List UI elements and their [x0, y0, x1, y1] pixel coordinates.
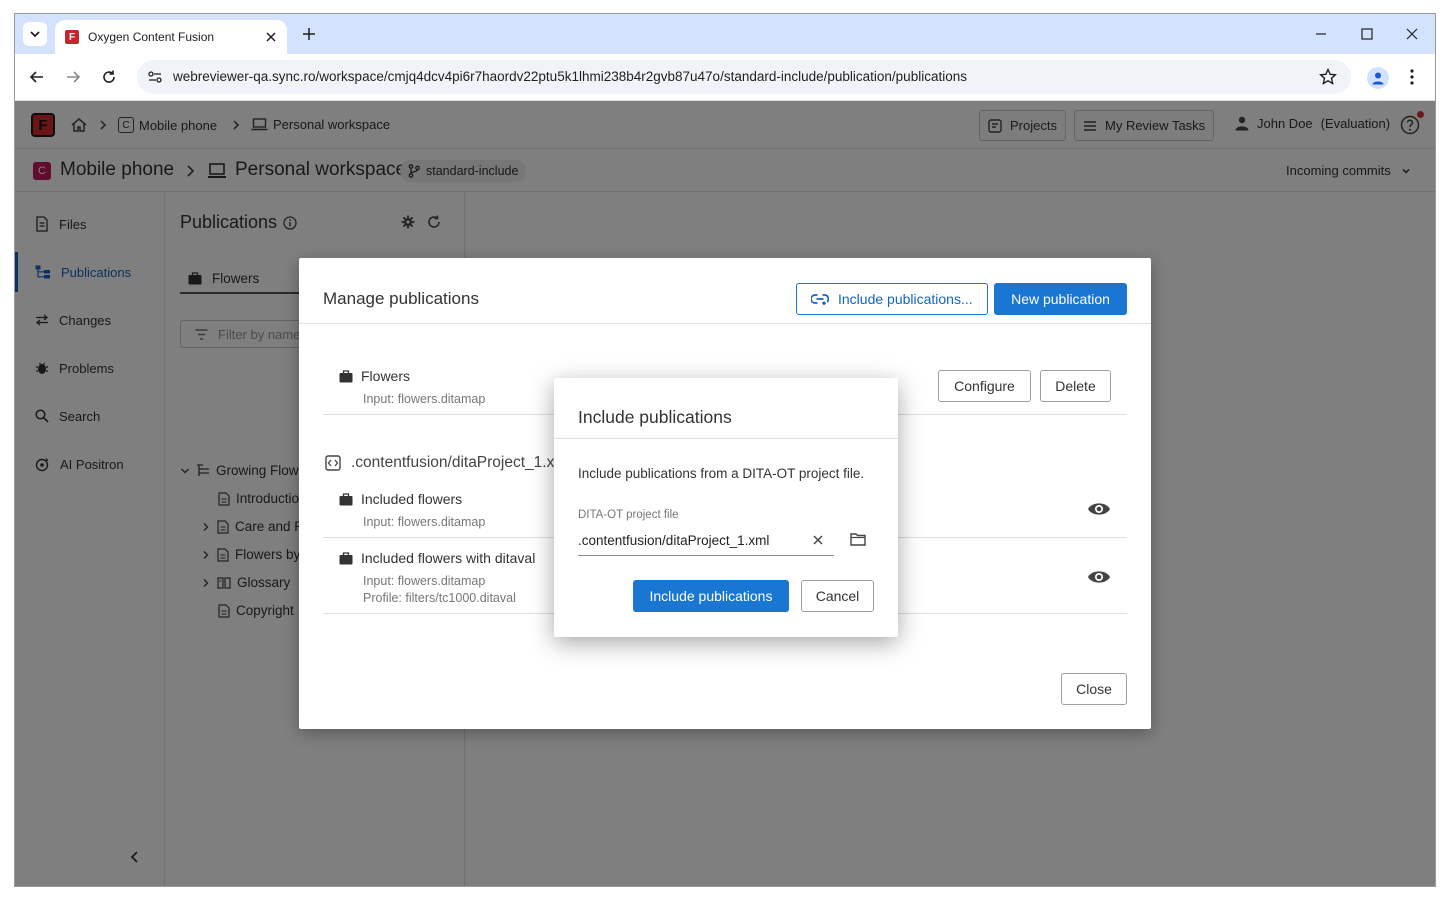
project-file-label: DITA-OT project file [578, 509, 679, 521]
close-icon [1406, 28, 1418, 40]
url-text: webreviewer-qa.sync.ro/workspace/cmjq4dc… [173, 69, 967, 84]
clear-icon[interactable] [811, 533, 825, 547]
manage-dialog-header: Manage publications Include publications… [299, 258, 1151, 324]
project-file-input[interactable]: .contentfusion/ditaProject_1.xml [578, 526, 834, 556]
plus-icon [303, 28, 315, 40]
link-add-icon [811, 294, 829, 305]
publication-input: Input: flowers.ditamap [363, 574, 486, 588]
profile-avatar[interactable] [1367, 67, 1389, 89]
include-publications-confirm-button[interactable]: Include publications [633, 580, 789, 612]
maximize-button[interactable] [1359, 26, 1375, 42]
back-button[interactable] [28, 68, 46, 86]
eye-icon[interactable] [1087, 500, 1111, 518]
configure-button[interactable]: Configure [938, 370, 1031, 402]
briefcase-icon [339, 492, 353, 505]
new-publication-button[interactable]: New publication [994, 283, 1127, 315]
window-close-button[interactable] [1404, 26, 1420, 42]
browser-window: F Oxygen Content Fusion webreviewer-qa.s… [14, 13, 1436, 887]
new-tab-button[interactable] [299, 24, 319, 44]
more-vertical-icon [1410, 69, 1414, 85]
minimize-icon [1316, 33, 1326, 35]
chevron-down-icon [30, 31, 40, 38]
publication-input: Input: flowers.ditamap [363, 392, 486, 406]
close-icon [266, 32, 276, 42]
favicon-icon: F [65, 30, 79, 44]
include-publications-button[interactable]: Include publications... [796, 283, 988, 315]
app-root: F C Mobile phone Personal workspace Proj… [15, 101, 1435, 886]
tab-search-button[interactable] [23, 22, 47, 46]
briefcase-icon [339, 369, 353, 382]
code-file-icon [325, 455, 341, 471]
arrow-left-icon [29, 71, 43, 83]
tab-title: Oxygen Content Fusion [88, 30, 215, 44]
bookmark-star-icon[interactable] [1319, 68, 1337, 86]
tab-close-button[interactable] [263, 29, 279, 45]
cancel-button[interactable]: Cancel [801, 580, 874, 612]
site-settings-icon[interactable] [145, 67, 165, 87]
eye-icon[interactable] [1087, 568, 1111, 586]
browser-menu-button[interactable] [1403, 68, 1421, 86]
maximize-icon [1361, 28, 1373, 40]
include-dialog-title: Include publications [578, 407, 732, 427]
browser-tab[interactable]: F Oxygen Content Fusion [55, 20, 287, 54]
publication-profile: Profile: filters/tc1000.ditaval [363, 591, 516, 605]
arrow-right-icon [67, 71, 81, 83]
close-button[interactable]: Close [1061, 673, 1127, 705]
publication-row-flowers[interactable]: Flowers [339, 368, 410, 384]
briefcase-icon [339, 551, 353, 564]
person-icon [1372, 72, 1384, 85]
reload-icon [103, 70, 115, 83]
manage-dialog-title: Manage publications [323, 289, 479, 308]
reload-button[interactable] [100, 68, 118, 86]
folder-icon[interactable] [850, 532, 866, 546]
minimize-button[interactable] [1313, 26, 1329, 42]
address-bar[interactable]: webreviewer-qa.sync.ro/workspace/cmjq4dc… [137, 60, 1351, 94]
include-publications-dialog: Include publications Include publication… [554, 378, 898, 637]
include-dialog-description: Include publications from a DITA-OT proj… [578, 466, 865, 481]
publication-row-included-flowers-ditaval[interactable]: Included flowers with ditaval [339, 550, 535, 566]
browser-toolbar: webreviewer-qa.sync.ro/workspace/cmjq4dc… [15, 54, 1435, 101]
publication-row-included-flowers[interactable]: Included flowers [339, 491, 462, 507]
project-file-group: .contentfusion/ditaProject_1.xml [325, 454, 571, 472]
publication-input: Input: flowers.ditamap [363, 515, 486, 529]
delete-button[interactable]: Delete [1040, 370, 1111, 402]
forward-button[interactable] [64, 68, 82, 86]
tab-strip: F Oxygen Content Fusion [15, 14, 1435, 54]
dialog-divider [554, 438, 898, 439]
